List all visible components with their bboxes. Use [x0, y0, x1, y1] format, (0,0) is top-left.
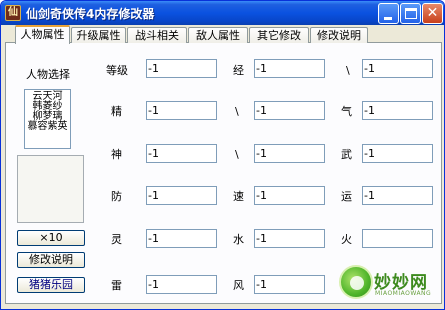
- field-label-wu: 武: [341, 148, 352, 161]
- shen-max-field[interactable]: -1: [254, 144, 325, 163]
- field-label-qi: 气: [341, 105, 352, 118]
- field-label-shen: 神: [111, 148, 122, 161]
- app-emblem-icon[interactable]: 仙: [5, 5, 21, 21]
- jing-field[interactable]: -1: [146, 101, 217, 120]
- tab-strip: 人物属性 升级属性 战斗相关 敌人属性 其它修改 修改说明: [5, 25, 441, 44]
- fire-field[interactable]: [362, 229, 433, 248]
- luck-field[interactable]: -1: [362, 186, 433, 205]
- field-label-level: 等级: [106, 64, 128, 77]
- thunder-field[interactable]: -1: [146, 275, 217, 294]
- field-label-wind: 风: [233, 279, 244, 292]
- close-button[interactable]: ✕: [422, 3, 443, 24]
- field-label-defense: 防: [111, 190, 122, 203]
- instructions-button[interactable]: 修改说明: [17, 252, 85, 268]
- jing-max-field[interactable]: -1: [254, 101, 325, 120]
- title-bar[interactable]: 仙 仙剑奇侠传4内存修改器 ✕: [1, 1, 444, 25]
- water-field[interactable]: -1: [254, 229, 325, 248]
- exp-field[interactable]: -1: [254, 59, 325, 78]
- tab-instructions[interactable]: 修改说明: [310, 27, 368, 43]
- level-field[interactable]: -1: [146, 59, 217, 78]
- qi-field[interactable]: -1: [362, 101, 433, 120]
- field-label-speed: 速: [233, 190, 244, 203]
- field-label-fire: 火: [341, 233, 352, 246]
- tab-other-edits[interactable]: 其它修改: [249, 27, 309, 43]
- close-icon: ✕: [426, 5, 439, 21]
- maximize-icon: [405, 8, 417, 19]
- maximize-button[interactable]: [400, 3, 421, 24]
- field-label-exp: 经: [233, 64, 244, 77]
- tab-battle[interactable]: 战斗相关: [127, 27, 187, 43]
- tab-character-attributes[interactable]: 人物属性: [15, 25, 70, 44]
- watermark-logo-icon: [339, 265, 373, 299]
- field-label-water: 水: [233, 233, 244, 246]
- site-link-button[interactable]: 猪猪乐园: [17, 277, 85, 293]
- tab-level-attributes[interactable]: 升级属性: [71, 27, 126, 43]
- preview-box: [17, 155, 84, 223]
- defense-field[interactable]: -1: [146, 186, 217, 205]
- ling-field[interactable]: -1: [146, 229, 217, 248]
- minimize-button[interactable]: [378, 3, 399, 24]
- character-select-label: 人物选择: [26, 68, 70, 81]
- shen-field[interactable]: -1: [146, 144, 217, 163]
- wind-field[interactable]: -1: [254, 275, 325, 294]
- field-label-exp-max: \: [346, 64, 350, 77]
- multiply-button[interactable]: ×10: [17, 230, 85, 246]
- wu-field[interactable]: -1: [362, 144, 433, 163]
- watermark-subtext: MIAOMIAOWANG: [375, 290, 432, 297]
- window-title: 仙剑奇侠传4内存修改器: [26, 7, 155, 21]
- field-label-jing-max: \: [235, 105, 239, 118]
- field-label-ling: 灵: [111, 233, 122, 246]
- app-window: 仙 仙剑奇侠传4内存修改器 ✕ 人物属性 升级属性 战斗相关 敌人属性 其它修改…: [0, 0, 445, 310]
- speed-field[interactable]: -1: [254, 186, 325, 205]
- list-item[interactable]: 慕容紫英: [25, 122, 70, 132]
- field-label-luck: 运: [341, 190, 352, 203]
- field-label-thunder: 雷: [111, 279, 122, 292]
- minimize-icon: [384, 17, 392, 20]
- tab-enemy-attributes[interactable]: 敌人属性: [188, 27, 248, 43]
- exp-max-field[interactable]: -1: [362, 59, 433, 78]
- field-label-shen-max: \: [235, 148, 239, 161]
- field-label-jing: 精: [111, 105, 122, 118]
- character-listbox[interactable]: 云天河 韩菱纱 柳梦璃 慕容紫英: [24, 89, 71, 149]
